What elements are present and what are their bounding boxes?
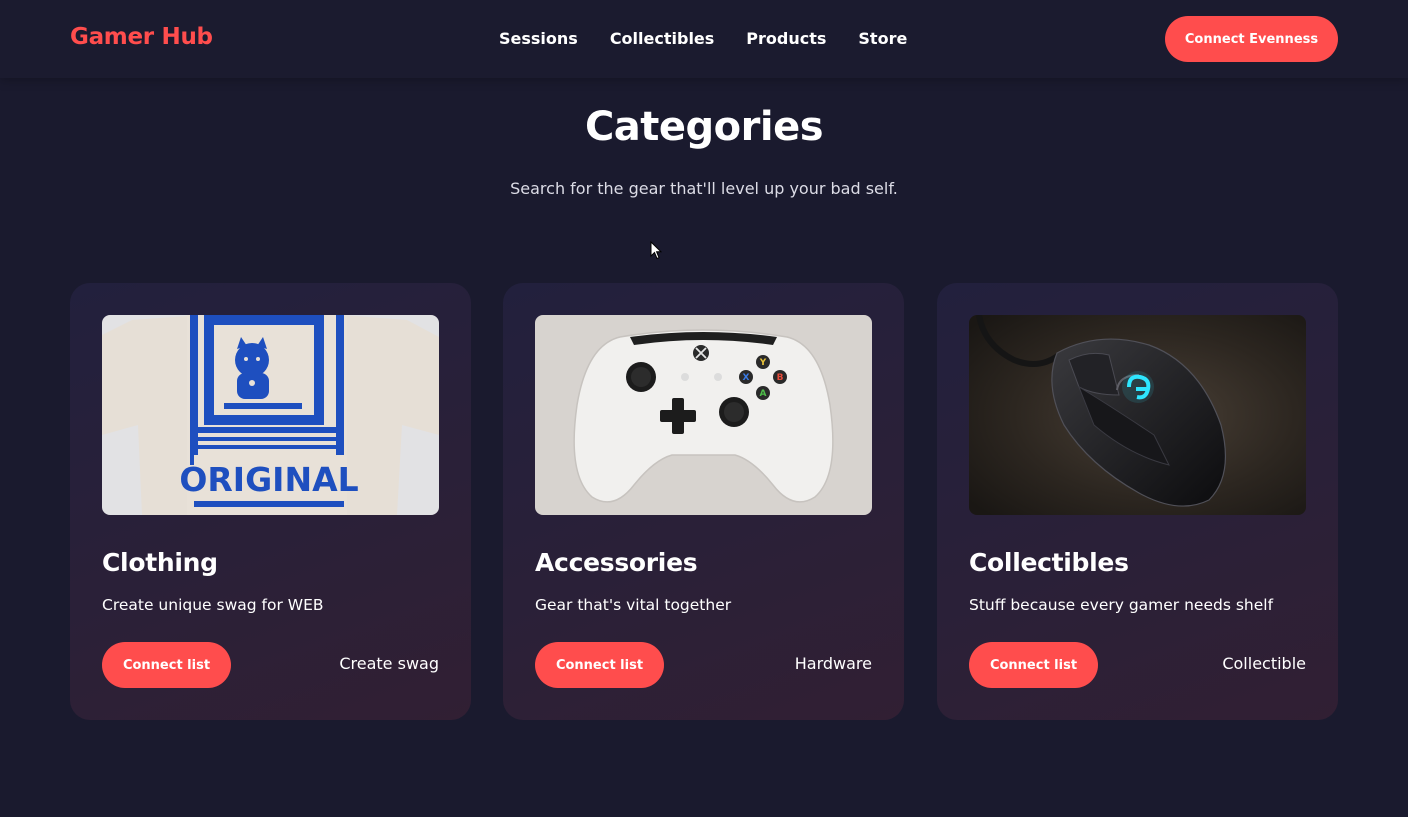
nav-link-sessions[interactable]: Sessions xyxy=(499,29,578,48)
tshirt-print-text: ORIGINAL xyxy=(179,460,358,499)
card-tag: Hardware xyxy=(794,654,872,673)
nav-link-store[interactable]: Store xyxy=(858,29,907,48)
top-navbar: Gamer Hub Sessions Collectibles Products… xyxy=(0,0,1408,78)
section-title: Categories xyxy=(584,104,824,150)
card-title: Clothing xyxy=(102,548,218,577)
site-logo[interactable]: Gamer Hub xyxy=(70,24,213,50)
svg-text:X: X xyxy=(743,373,750,383)
card-title: Accessories xyxy=(535,548,698,577)
controller-image: Y X B A xyxy=(535,315,872,515)
connect-list-button-accessories[interactable]: Connect list xyxy=(535,642,664,688)
connect-button[interactable]: Connect Evenness xyxy=(1165,16,1338,62)
gaming-mouse-image xyxy=(969,315,1306,515)
card-tag: Create swag xyxy=(339,654,439,673)
svg-text:B: B xyxy=(777,373,784,383)
category-card-accessories: Y X B A Accessories Gear that's vital to… xyxy=(503,283,904,720)
card-title: Collectibles xyxy=(969,548,1129,577)
nav-link-products[interactable]: Products xyxy=(746,29,826,48)
card-description: Stuff because every gamer needs shelf xyxy=(969,596,1274,614)
card-description: Create unique swag for WEB xyxy=(102,596,324,614)
section-subtitle: Search for the gear that'll level up you… xyxy=(510,179,898,198)
connect-list-button-clothing[interactable]: Connect list xyxy=(102,642,231,688)
nav-link-collectibles[interactable]: Collectibles xyxy=(610,29,714,48)
card-tag: Collectible xyxy=(1222,654,1306,673)
svg-text:A: A xyxy=(760,389,767,399)
mouse-cursor-icon xyxy=(650,241,662,260)
card-description: Gear that's vital together xyxy=(535,596,732,614)
category-card-collectibles: Collectibles Stuff because every gamer n… xyxy=(937,283,1338,720)
svg-text:Y: Y xyxy=(759,358,767,368)
connect-list-button-collectibles[interactable]: Connect list xyxy=(969,642,1098,688)
category-card-clothing: ORIGINAL Clothing Create unique swag for… xyxy=(70,283,471,720)
main-nav: Sessions Collectibles Products Store xyxy=(499,29,907,48)
tshirt-image: ORIGINAL xyxy=(102,315,439,515)
